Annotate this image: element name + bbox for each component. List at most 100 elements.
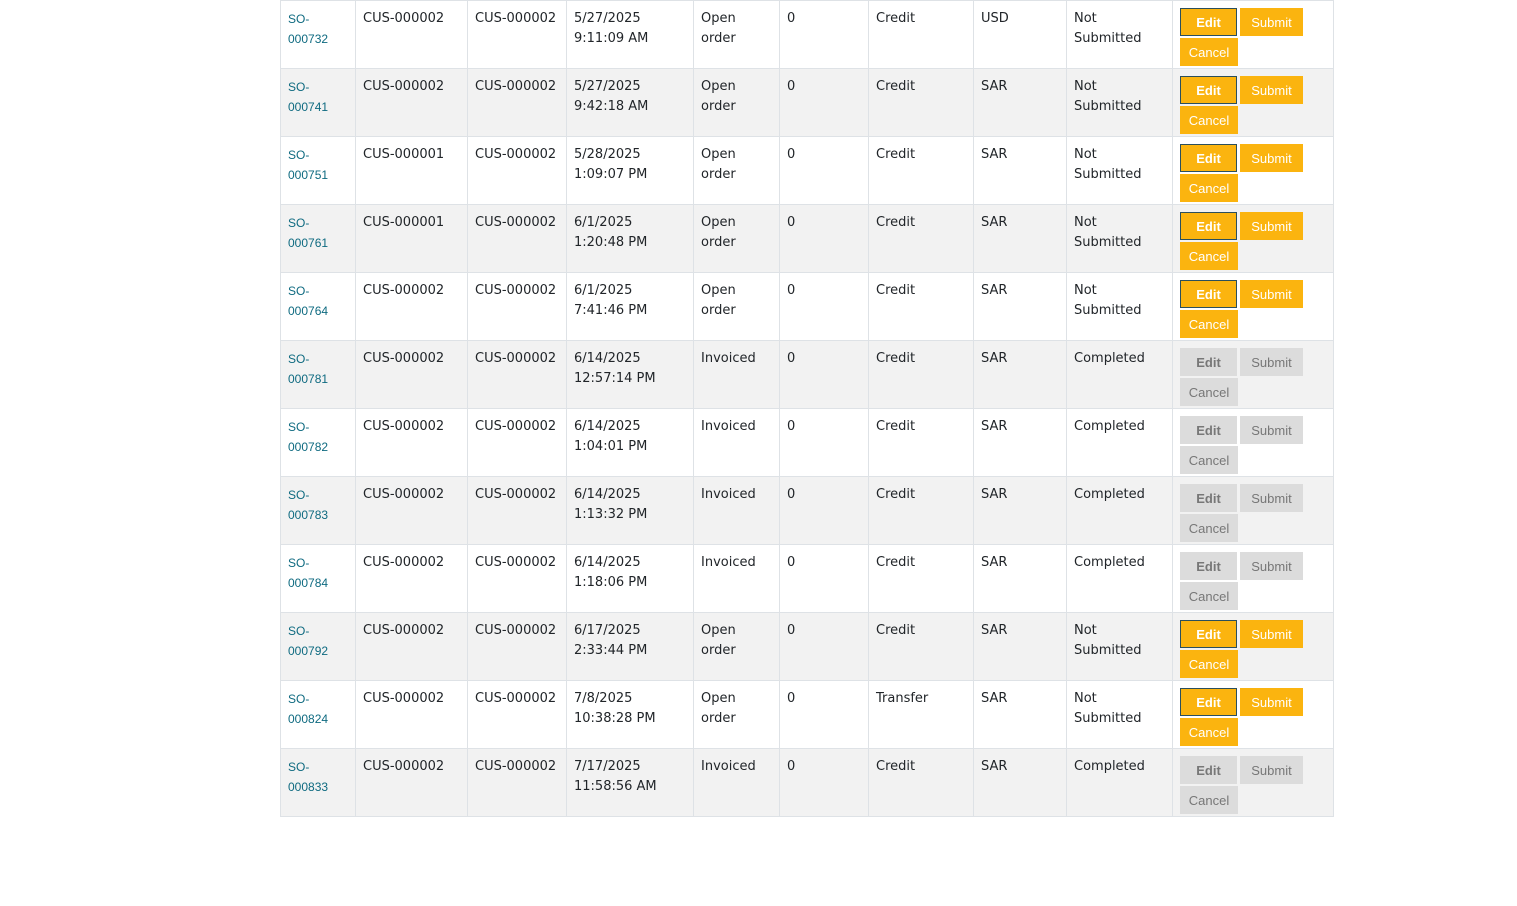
order-status-cell: Open order xyxy=(693,68,780,137)
submit-button[interactable]: Submit xyxy=(1240,688,1303,716)
cancel-button[interactable]: Cancel xyxy=(1180,242,1238,270)
customer2-cell: CUS-000002 xyxy=(467,340,567,409)
amount-cell: 0 xyxy=(779,748,869,817)
customer-cell: CUS-000001 xyxy=(355,204,468,273)
customer2-cell: CUS-000002 xyxy=(467,272,567,341)
order-id-cell: SO-000761 xyxy=(280,204,356,273)
order-id-link[interactable]: SO-000732 xyxy=(288,12,328,46)
order-id-link[interactable]: SO-000764 xyxy=(288,284,328,318)
actions-cell: Edit Submit Cancel xyxy=(1172,612,1334,681)
edit-button[interactable]: Edit xyxy=(1180,212,1237,240)
edit-button[interactable]: Edit xyxy=(1180,688,1237,716)
cancel-button[interactable]: Cancel xyxy=(1180,310,1238,338)
date-cell: 6/14/2025 1:04:01 PM xyxy=(566,408,694,477)
order-id-link[interactable]: SO-000792 xyxy=(288,624,328,658)
submit-button[interactable]: Submit xyxy=(1240,144,1303,172)
edit-button[interactable]: Edit xyxy=(1180,144,1237,172)
edit-button: Edit xyxy=(1180,484,1237,512)
customer2-cell: CUS-000002 xyxy=(467,476,567,545)
order-id-link[interactable]: SO-000741 xyxy=(288,80,328,114)
cancel-button: Cancel xyxy=(1180,514,1238,542)
order-id-link[interactable]: SO-000761 xyxy=(288,216,328,250)
edit-button: Edit xyxy=(1180,416,1237,444)
order-id-link[interactable]: SO-000781 xyxy=(288,352,328,386)
payment-cell: Credit xyxy=(868,204,974,273)
order-id-cell: SO-000764 xyxy=(280,272,356,341)
cancel-button: Cancel xyxy=(1180,582,1238,610)
orders-table-container: SO-000732 CUS-000002 CUS-000002 5/27/202… xyxy=(280,0,1334,817)
customer-cell: CUS-000001 xyxy=(355,136,468,205)
submit-status-cell: Completed xyxy=(1066,544,1173,613)
actions-cell: Edit Submit Cancel xyxy=(1172,272,1334,341)
amount-cell: 0 xyxy=(779,68,869,137)
cancel-button[interactable]: Cancel xyxy=(1180,106,1238,134)
actions-cell: Edit Submit Cancel xyxy=(1172,544,1334,613)
order-id-link[interactable]: SO-000783 xyxy=(288,488,328,522)
order-id-cell: SO-000824 xyxy=(280,680,356,749)
order-status-cell: Invoiced xyxy=(693,408,780,477)
date-cell: 6/17/2025 2:33:44 PM xyxy=(566,612,694,681)
orders-table-body: SO-000732 CUS-000002 CUS-000002 5/27/202… xyxy=(280,0,1334,817)
order-id-link[interactable]: SO-000751 xyxy=(288,148,328,182)
date-cell: 5/28/2025 1:09:07 PM xyxy=(566,136,694,205)
date-cell: 6/1/2025 1:20:48 PM xyxy=(566,204,694,273)
amount-cell: 0 xyxy=(779,204,869,273)
order-status-cell: Open order xyxy=(693,0,780,69)
submit-status-cell: Not Submitted xyxy=(1066,136,1173,205)
amount-cell: 0 xyxy=(779,272,869,341)
order-id-cell: SO-000782 xyxy=(280,408,356,477)
orders-table: SO-000732 CUS-000002 CUS-000002 5/27/202… xyxy=(280,0,1334,817)
order-id-cell: SO-000833 xyxy=(280,748,356,817)
date-cell: 7/8/2025 10:38:28 PM xyxy=(566,680,694,749)
order-status-cell: Invoiced xyxy=(693,340,780,409)
amount-cell: 0 xyxy=(779,680,869,749)
order-id-link[interactable]: SO-000824 xyxy=(288,692,328,726)
submit-button[interactable]: Submit xyxy=(1240,620,1303,648)
submit-status-cell: Completed xyxy=(1066,340,1173,409)
cancel-button[interactable]: Cancel xyxy=(1180,718,1238,746)
edit-button[interactable]: Edit xyxy=(1180,280,1237,308)
table-row: SO-000781 CUS-000002 CUS-000002 6/14/202… xyxy=(280,340,1334,409)
date-cell: 5/27/2025 9:42:18 AM xyxy=(566,68,694,137)
amount-cell: 0 xyxy=(779,136,869,205)
submit-status-cell: Not Submitted xyxy=(1066,204,1173,273)
order-id-cell: SO-000792 xyxy=(280,612,356,681)
submit-button: Submit xyxy=(1240,348,1303,376)
date-cell: 6/1/2025 7:41:46 PM xyxy=(566,272,694,341)
currency-cell: USD xyxy=(973,0,1067,69)
order-id-link[interactable]: SO-000782 xyxy=(288,420,328,454)
order-id-cell: SO-000751 xyxy=(280,136,356,205)
submit-button[interactable]: Submit xyxy=(1240,280,1303,308)
amount-cell: 0 xyxy=(779,544,869,613)
customer2-cell: CUS-000002 xyxy=(467,136,567,205)
date-cell: 6/14/2025 1:13:32 PM xyxy=(566,476,694,545)
cancel-button[interactable]: Cancel xyxy=(1180,38,1238,66)
order-status-cell: Invoiced xyxy=(693,748,780,817)
actions-cell: Edit Submit Cancel xyxy=(1172,680,1334,749)
edit-button[interactable]: Edit xyxy=(1180,76,1237,104)
customer-cell: CUS-000002 xyxy=(355,680,468,749)
actions-cell: Edit Submit Cancel xyxy=(1172,204,1334,273)
table-row: SO-000751 CUS-000001 CUS-000002 5/28/202… xyxy=(280,136,1334,205)
table-row: SO-000784 CUS-000002 CUS-000002 6/14/202… xyxy=(280,544,1334,613)
customer2-cell: CUS-000002 xyxy=(467,748,567,817)
submit-button[interactable]: Submit xyxy=(1240,212,1303,240)
order-id-link[interactable]: SO-000784 xyxy=(288,556,328,590)
edit-button[interactable]: Edit xyxy=(1180,8,1237,36)
customer-cell: CUS-000002 xyxy=(355,612,468,681)
submit-button[interactable]: Submit xyxy=(1240,8,1303,36)
order-id-cell: SO-000784 xyxy=(280,544,356,613)
actions-cell: Edit Submit Cancel xyxy=(1172,408,1334,477)
order-id-cell: SO-000783 xyxy=(280,476,356,545)
cancel-button[interactable]: Cancel xyxy=(1180,650,1238,678)
cancel-button[interactable]: Cancel xyxy=(1180,174,1238,202)
currency-cell: SAR xyxy=(973,408,1067,477)
amount-cell: 0 xyxy=(779,408,869,477)
currency-cell: SAR xyxy=(973,272,1067,341)
submit-status-cell: Completed xyxy=(1066,408,1173,477)
customer-cell: CUS-000002 xyxy=(355,0,468,69)
edit-button[interactable]: Edit xyxy=(1180,620,1237,648)
submit-status-cell: Not Submitted xyxy=(1066,612,1173,681)
order-id-link[interactable]: SO-000833 xyxy=(288,760,328,794)
submit-button[interactable]: Submit xyxy=(1240,76,1303,104)
